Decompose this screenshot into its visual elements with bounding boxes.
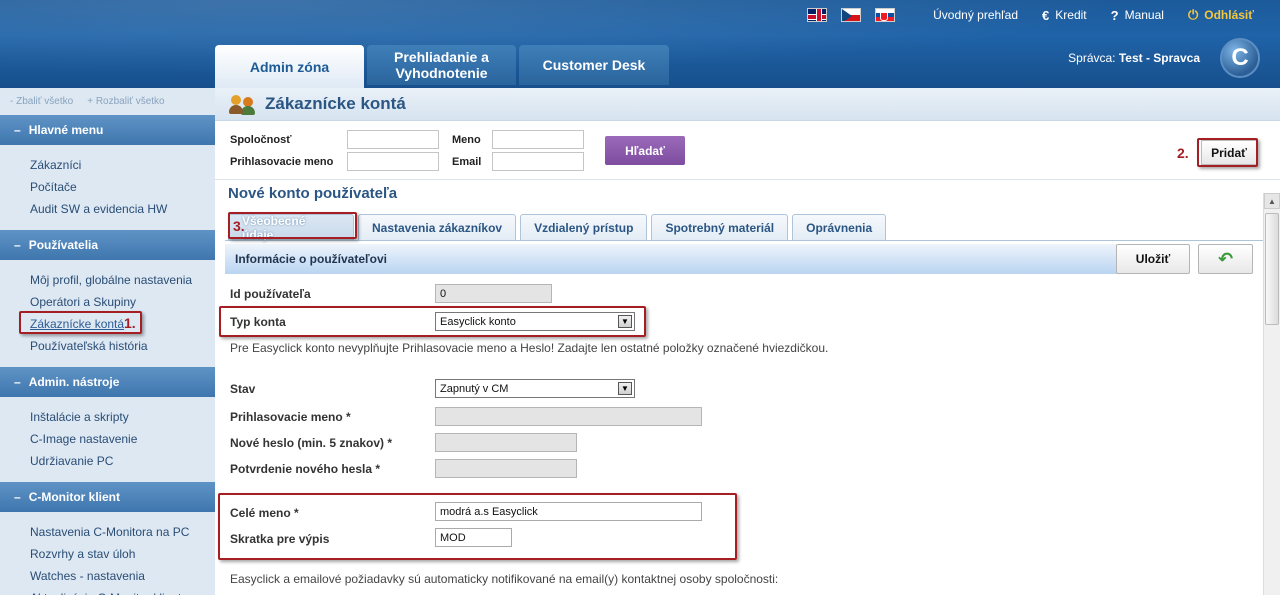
sidebar-item-user-history[interactable]: Používateľská história — [30, 335, 215, 357]
overview-link[interactable]: Úvodný prehľad — [933, 8, 1018, 22]
minus-icon: – — [14, 375, 21, 389]
status-label: Stav — [230, 382, 256, 396]
sidebar-item-cmonitor-update[interactable]: Aktualizácia C-Monitor klienta — [30, 587, 215, 595]
page-scrollbar[interactable]: ▲ — [1263, 193, 1280, 595]
main-tabs: Admin zóna Prehliadanie a Vyhodnotenie C… — [215, 45, 669, 88]
sidebar: - Zbaliť všetko + Rozbaliť všetko – Hlavn… — [0, 88, 215, 595]
minus-icon: – — [14, 238, 21, 252]
login-filter-label: Prihlasovacie meno — [230, 156, 334, 168]
form-subtitle: Nové konto používateľa — [228, 185, 398, 202]
user-id-label: Id používateľa — [230, 287, 311, 301]
status-select[interactable]: Zapnutý v CM ▼ — [435, 379, 635, 398]
save-button[interactable]: Uložiť — [1116, 244, 1190, 274]
tab-remote-access[interactable]: Vzdialený prístup — [520, 214, 648, 240]
sk-flag-icon[interactable] — [875, 8, 896, 22]
search-button[interactable]: Hľadať — [605, 136, 685, 165]
filter-panel: Spoločnosť Prihlasovacie meno Meno Email… — [215, 122, 1280, 180]
sidebar-item-operators[interactable]: Operátori a Skupiny — [30, 291, 215, 313]
user-id-field: 0 — [435, 284, 552, 303]
minus-icon: – — [14, 123, 21, 137]
sidebar-item-my-profile[interactable]: Môj profil, globálne nastavenia — [30, 269, 215, 291]
app-logo: C — [1220, 38, 1260, 78]
name-label: Meno — [452, 134, 481, 146]
new-password-field[interactable] — [435, 433, 577, 452]
annotation-number-2: 2. — [1177, 145, 1189, 161]
annotation-number-3: 3. — [233, 218, 245, 234]
admin-info: Správca: Test - Spravca — [1068, 51, 1200, 65]
admin-name: Test - Spravca — [1118, 51, 1200, 65]
logout-link[interactable]: ⏻ Odhlásiť — [1188, 7, 1254, 23]
login-name-field[interactable] — [435, 407, 702, 426]
help-icon: ? — [1110, 7, 1119, 23]
collapse-all-link[interactable]: - Zbaliť všetko — [10, 96, 73, 107]
sidebar-list-admin-tools: Inštalácie a skripty C-Image nastavenie … — [0, 397, 215, 482]
manual-link[interactable]: ? Manual — [1111, 8, 1164, 23]
email-label: Email — [452, 156, 482, 168]
tab-browse-evaluation[interactable]: Prehliadanie a Vyhodnotenie — [367, 45, 516, 85]
notification-note: Easyclick a emailové požiadavky sú autom… — [230, 572, 779, 586]
sidebar-section-users[interactable]: – Používatelia — [0, 230, 215, 260]
annotation-box-name — [218, 493, 737, 560]
scroll-thumb[interactable] — [1265, 213, 1279, 325]
app-header: Úvodný prehľad € Kredit ? Manual ⏻ Odhlásiť… — [0, 0, 1280, 88]
sidebar-item-computers[interactable]: Počítače — [30, 176, 215, 198]
email-input[interactable] — [492, 152, 584, 171]
tab-consumables[interactable]: Spotrebný materiál — [651, 214, 789, 240]
scroll-up-icon[interactable]: ▲ — [1264, 193, 1280, 209]
power-icon: ⏻ — [1187, 7, 1199, 22]
annotation-box-2 — [1197, 138, 1258, 167]
sidebar-list-main-menu: Zákazníci Počítače Audit SW a evidencia … — [0, 145, 215, 230]
undo-arrow-icon: ↶ — [1217, 248, 1234, 269]
new-password-label: Nové heslo (min. 5 znakov) * — [230, 436, 393, 450]
easyclick-note: Pre Easyclick konto nevyplňujte Prihlaso… — [230, 341, 829, 355]
annotation-box-type — [219, 306, 646, 337]
tab-customer-desk[interactable]: Customer Desk — [519, 45, 669, 85]
sidebar-item-maintenance[interactable]: Udržiavanie PC — [30, 450, 215, 472]
annotation-number-1: 1. — [124, 315, 136, 331]
company-input[interactable] — [347, 130, 439, 149]
sidebar-list-cmonitor: Nastavenia C-Monitora na PC Rozvrhy a st… — [0, 512, 215, 595]
confirm-password-field[interactable] — [435, 459, 577, 478]
sidebar-item-watches[interactable]: Watches - nastavenia — [30, 565, 215, 587]
company-label: Spoločnosť — [230, 134, 292, 146]
sidebar-item-cmonitor-settings[interactable]: Nastavenia C-Monitora na PC — [30, 521, 215, 543]
tab-permissions[interactable]: Oprávnenia — [792, 214, 887, 240]
sidebar-item-cimage[interactable]: C-Image nastavenie — [30, 428, 215, 450]
sidebar-item-customers[interactable]: Zákazníci — [30, 154, 215, 176]
euro-icon: € — [1042, 7, 1050, 23]
section-header: Informácie o používateľovi — [225, 244, 1117, 274]
cz-flag-icon[interactable] — [841, 8, 862, 22]
page-header: Zákaznícke kontá — [215, 88, 1280, 121]
tabs-divider — [225, 240, 1263, 241]
sidebar-item-audit[interactable]: Audit SW a evidencia HW — [30, 198, 215, 220]
sidebar-section-main-menu[interactable]: – Hlavné menu — [0, 115, 215, 145]
tab-customer-settings[interactable]: Nastavenia zákazníkov — [358, 214, 517, 240]
back-button[interactable]: ↶ — [1198, 244, 1253, 274]
sidebar-item-installs[interactable]: Inštalácie a skripty — [30, 406, 215, 428]
annotation-box-3 — [228, 212, 357, 239]
sidebar-section-admin-tools[interactable]: – Admin. nástroje — [0, 367, 215, 397]
login-filter-input[interactable] — [347, 152, 439, 171]
collapse-bar: - Zbaliť všetko + Rozbaliť všetko — [0, 88, 215, 115]
minus-icon: – — [14, 490, 21, 504]
sidebar-section-cmonitor[interactable]: – C-Monitor klient — [0, 482, 215, 512]
name-input[interactable] — [492, 130, 584, 149]
credit-link[interactable]: € Kredit — [1042, 8, 1087, 23]
top-bar: Úvodný prehľad € Kredit ? Manual ⏻ Odhlásiť — [807, 0, 1280, 30]
chevron-down-icon: ▼ — [618, 382, 632, 395]
login-name-label: Prihlasovacie meno * — [230, 410, 351, 424]
confirm-password-label: Potvrdenie nového hesla * — [230, 462, 381, 476]
sidebar-item-schedules[interactable]: Rozvrhy a stav úloh — [30, 543, 215, 565]
page-title: Zákaznícke kontá — [265, 94, 406, 113]
expand-all-link[interactable]: + Rozbaliť všetko — [87, 96, 164, 107]
tab-admin-zone[interactable]: Admin zóna — [215, 45, 364, 88]
users-icon — [229, 93, 255, 115]
uk-flag-icon[interactable] — [807, 8, 828, 22]
